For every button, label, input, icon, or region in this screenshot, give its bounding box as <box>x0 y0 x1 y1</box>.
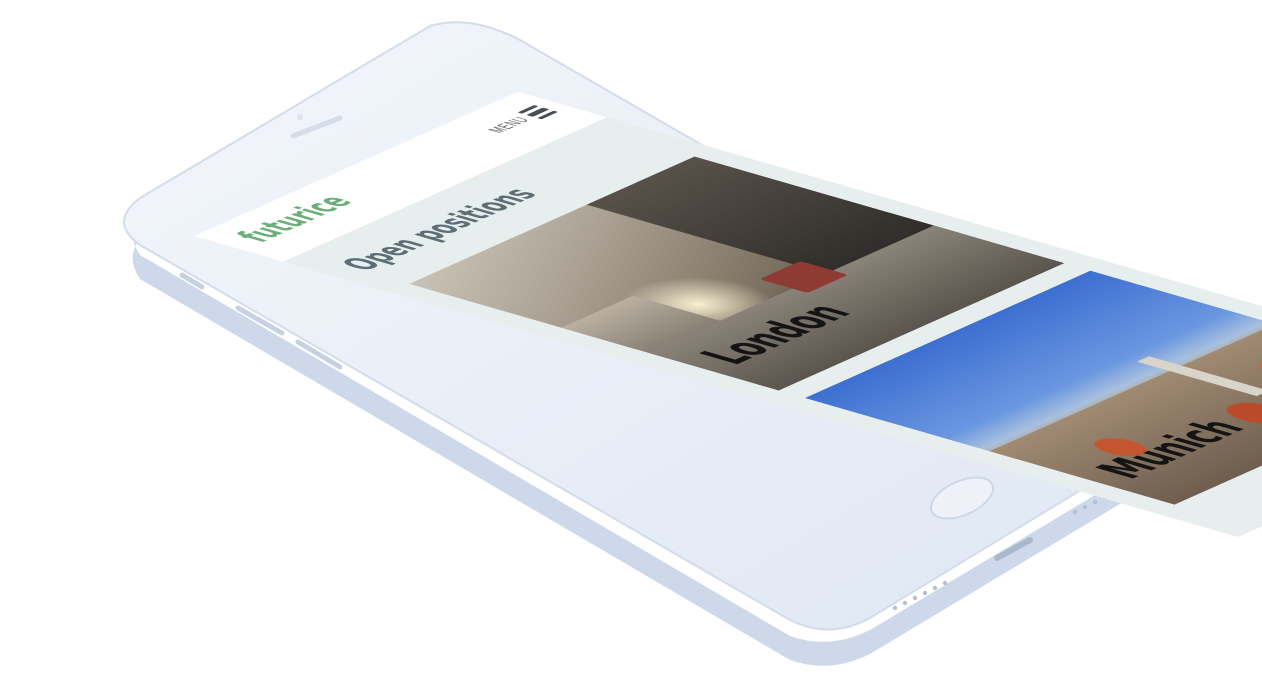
menu-button[interactable]: MENU <box>482 105 559 135</box>
menu-label: MENU <box>484 115 535 135</box>
device-mockup: futurice MENU Open positions London Muni… <box>0 0 1262 686</box>
front-camera <box>297 114 303 120</box>
